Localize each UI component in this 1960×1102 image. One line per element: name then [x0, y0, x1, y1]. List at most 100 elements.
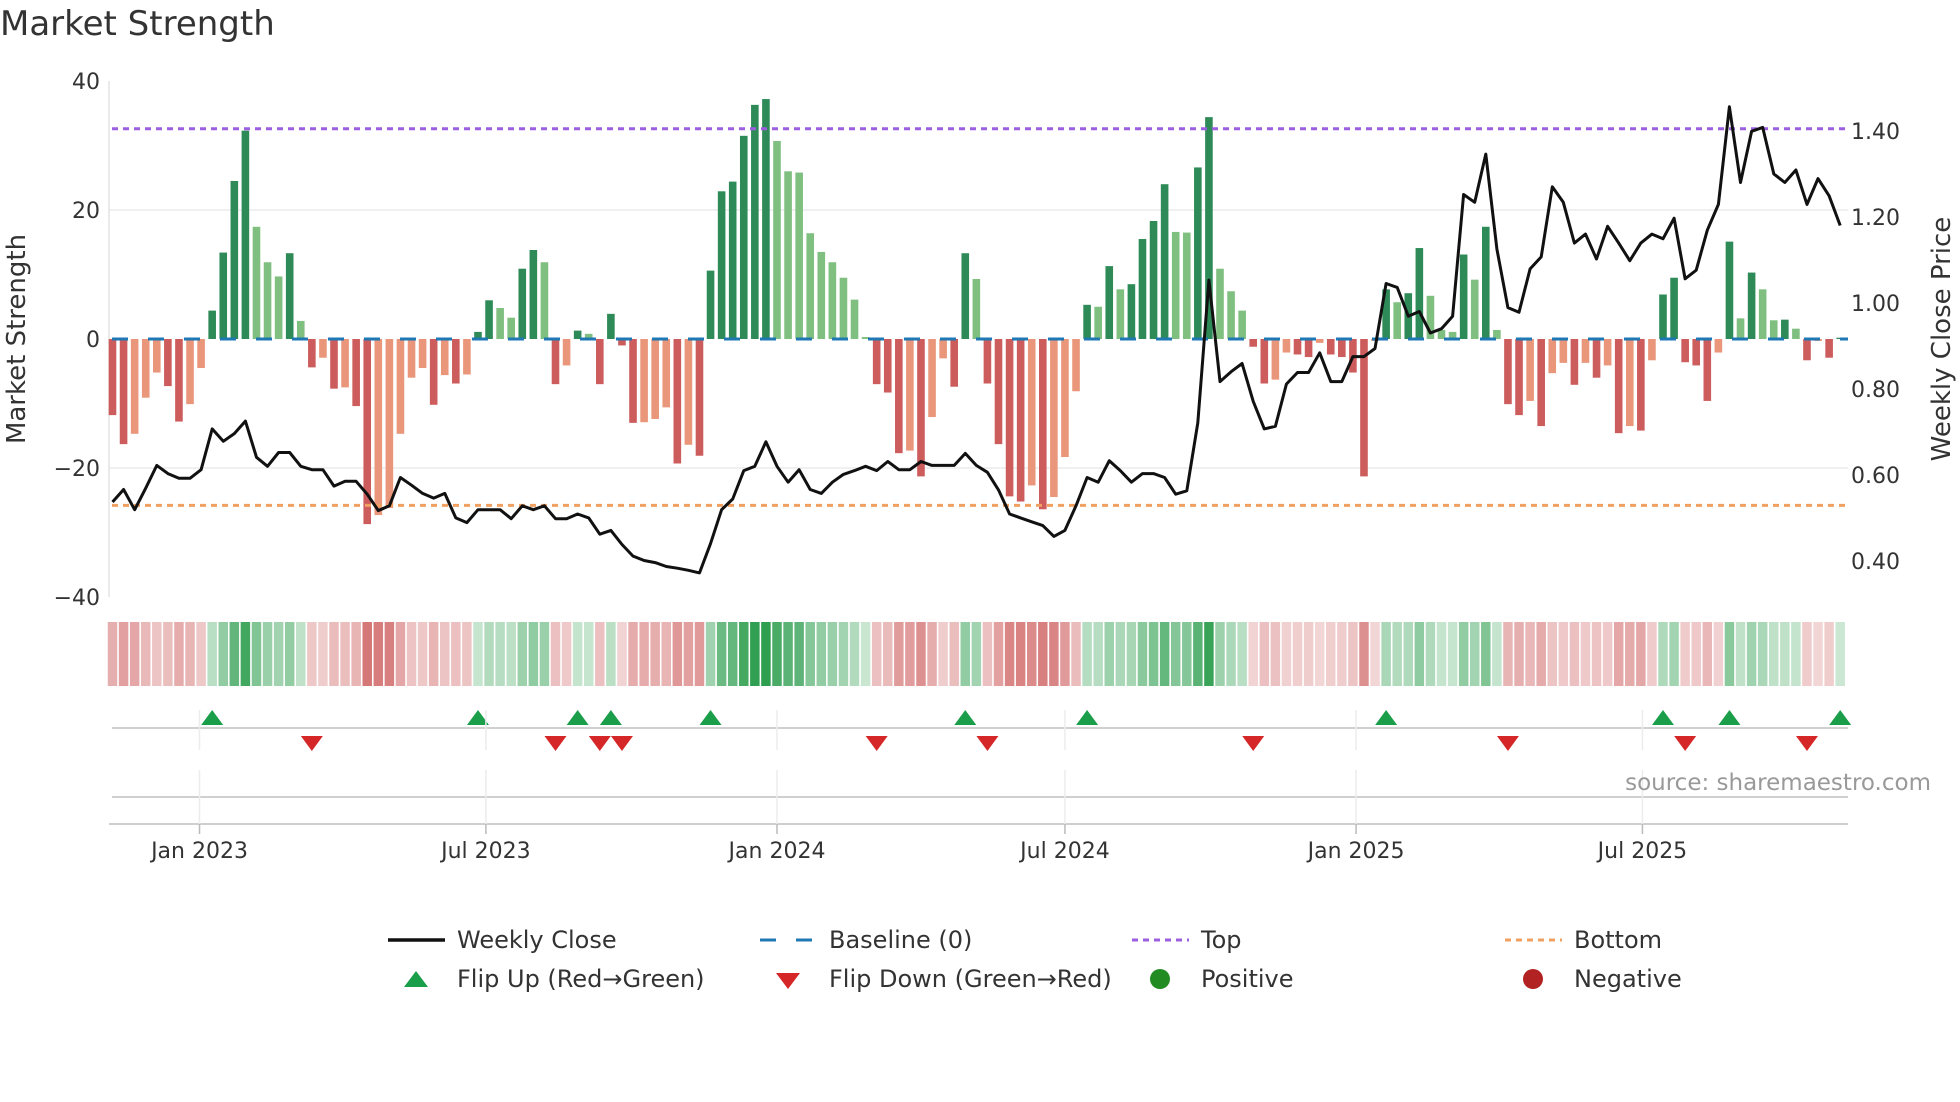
negative-heat-cell — [1580, 622, 1591, 686]
negative-heat-cell — [628, 622, 638, 686]
positive-strength-bar — [961, 253, 970, 339]
positive-heat-cell — [727, 622, 738, 686]
positive-strength-bar — [208, 310, 216, 339]
positive-heat-cell — [528, 622, 539, 686]
positive-strength-bar — [485, 300, 493, 339]
positive-strength-bar — [773, 140, 781, 339]
negative-strength-bar — [994, 339, 1003, 445]
positive-strength-bar — [1659, 294, 1667, 339]
legend-positive[interactable]: Positive — [1132, 964, 1294, 994]
legend-negative[interactable]: Negative — [1505, 964, 1682, 994]
legend-weekly-close[interactable]: Weekly Close — [388, 925, 617, 955]
negative-strength-bar — [872, 339, 881, 385]
positive-heat-cell — [772, 622, 782, 686]
positive-heat-cell — [783, 622, 793, 686]
negative-heat-cell — [1038, 622, 1048, 686]
source-credit: source: sharemaestro.com — [1625, 770, 1931, 796]
triangle-up-icon — [404, 971, 428, 987]
positive-strength-bar — [1105, 266, 1114, 339]
x-tick-label: Jan 2023 — [149, 839, 248, 864]
positive-strength-bar — [1160, 184, 1169, 339]
positive-strength-bar — [972, 279, 981, 339]
legend-baseline[interactable]: Baseline (0) — [760, 925, 972, 955]
right-tick-label: 1.20 — [1851, 206, 1900, 231]
positive-strength-bar — [706, 270, 715, 339]
positive-heat-cell — [1835, 622, 1845, 686]
negative-heat-cell — [1370, 622, 1380, 686]
negative-heat-cell — [1713, 622, 1724, 686]
negative-strength-bar — [429, 339, 438, 405]
negative-strength-bar — [1016, 339, 1025, 502]
positive-heat-cell — [1381, 622, 1391, 686]
positive-heat-cell — [1237, 622, 1247, 686]
left-tick-label: 0 — [86, 328, 100, 353]
legend-flip-down[interactable]: Flip Down (Green→Red) — [760, 964, 1112, 994]
flip-up-marker — [1076, 710, 1099, 725]
negative-heat-cell — [384, 622, 395, 686]
legend-top[interactable]: Top — [1132, 925, 1242, 955]
negative-strength-bar — [1504, 339, 1512, 405]
legend-flip-up[interactable]: Flip Up (Red→Green) — [388, 964, 705, 994]
flip-up-marker — [954, 710, 977, 725]
circle-icon — [1523, 969, 1543, 989]
negative-strength-bar — [629, 339, 637, 423]
positive-strength-bar — [806, 233, 815, 339]
positive-strength-bar — [540, 262, 549, 339]
negative-heat-cell — [318, 622, 328, 686]
flip-up-marker — [566, 710, 589, 725]
legend-label: Bottom — [1574, 926, 1663, 954]
negative-strength-bar — [385, 339, 394, 508]
negative-heat-cell — [1613, 622, 1624, 686]
negative-heat-cell — [1547, 622, 1557, 686]
negative-heat-cell — [185, 622, 195, 686]
positive-strength-bar — [1238, 310, 1246, 339]
flip-down-marker — [865, 736, 888, 751]
x-tick-label: Jul 2023 — [439, 839, 531, 864]
negative-strength-bar — [330, 339, 338, 389]
negative-heat-cell — [672, 622, 683, 686]
positive-strength-bar — [784, 171, 792, 339]
positive-strength-bar — [296, 320, 305, 339]
positive-heat-cell — [1082, 622, 1092, 686]
positive-heat-cell — [1104, 622, 1114, 686]
positive-strength-bar — [1670, 277, 1678, 339]
negative-strength-bar — [1581, 339, 1590, 363]
negative-heat-cell — [428, 622, 439, 686]
positive-strength-bar — [1736, 318, 1745, 339]
date-axis: Jan 2023 Jul 2023 Jan 2024 Jul 2024 Jan 2025… — [109, 710, 1848, 864]
negative-heat-cell — [395, 622, 406, 686]
negative-strength-bar — [1360, 339, 1368, 477]
positive-heat-cell — [1215, 622, 1225, 686]
negative-heat-cell — [661, 622, 671, 686]
negative-heat-cell — [1359, 622, 1369, 686]
negative-strength-bar — [1692, 339, 1701, 366]
positive-strength-bar — [1758, 289, 1767, 339]
negative-heat-cell — [1647, 622, 1657, 686]
negative-strength-bar — [1260, 339, 1269, 384]
legend-bottom[interactable]: Bottom — [1505, 925, 1662, 955]
positive-heat-cell — [273, 622, 284, 686]
positive-heat-cell — [1724, 622, 1735, 686]
negative-heat-cell — [1691, 622, 1701, 686]
positive-strength-bar — [762, 99, 770, 339]
negative-heat-cell — [1015, 622, 1026, 686]
negative-heat-cell — [1536, 622, 1546, 686]
negative-strength-bar — [197, 339, 205, 369]
negative-strength-bar — [1825, 339, 1833, 358]
positive-strength-bar — [1094, 306, 1102, 339]
flip-up-marker — [699, 710, 722, 725]
negative-strength-bar — [651, 339, 659, 419]
flip-markers — [201, 710, 1852, 751]
negative-strength-bar — [906, 339, 914, 451]
negative-heat-cell — [894, 622, 904, 686]
x-tick-label: Jan 2024 — [727, 839, 826, 864]
negative-strength-bar — [939, 339, 947, 359]
flip-down-marker — [1795, 736, 1818, 751]
positive-heat-cell — [1414, 622, 1425, 686]
negative-heat-cell — [1060, 622, 1070, 686]
negative-heat-cell — [1248, 622, 1258, 686]
negative-strength-bar — [662, 339, 671, 408]
positive-heat-cell — [495, 622, 505, 686]
negative-heat-cell — [462, 622, 472, 686]
x-tick-label: Jan 2025 — [1306, 839, 1405, 864]
